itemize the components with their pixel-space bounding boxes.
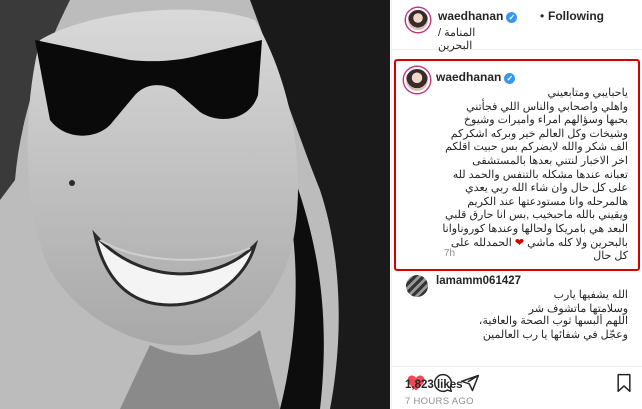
post-caption: waedhanan ✓ ياحبايبي ومتابعيني واهلي واصح… xyxy=(394,59,640,271)
post-header: waedhanan ✓ • Following المنامة /البحرين xyxy=(392,0,642,52)
verified-badge-icon: ✓ xyxy=(506,12,518,23)
photo-illustration xyxy=(0,0,390,409)
author-username-label[interactable]: waedhanan xyxy=(438,9,503,23)
post-sidebar: waedhanan ✓ • Following المنامة /البحرين … xyxy=(391,0,642,409)
caption-text: ياحبايبي ومتابعيني واهلي واصحابي والناس … xyxy=(406,87,628,264)
comment-text-2: اللهم ألبسها ثوب الصحة والعافية، وعجّل ف… xyxy=(478,315,628,341)
bookmark-icon[interactable] xyxy=(614,373,634,393)
verified-badge-icon: ✓ xyxy=(504,73,516,84)
post-location[interactable]: المنامة /البحرين xyxy=(438,26,498,52)
post-time-display[interactable]: 7 HOURS AGO xyxy=(405,396,474,407)
caption-timestamp[interactable]: 7h xyxy=(444,248,455,259)
commenter-avatar[interactable] xyxy=(406,275,428,297)
author-avatar[interactable] xyxy=(406,8,430,32)
caption-text-main: ياحبايبي ومتابعيني واهلي واصحابي والناس … xyxy=(442,87,628,249)
separator-dot: • xyxy=(540,9,545,23)
following-button[interactable]: Following xyxy=(548,9,604,23)
red-heart-emoji: ❤ xyxy=(514,236,525,249)
like-count-display[interactable]: 1,823 likes xyxy=(405,379,463,391)
author-username[interactable]: waedhanan ✓ xyxy=(438,9,518,23)
comment-username[interactable]: lamamm061427 xyxy=(436,275,521,287)
caption-author-username[interactable]: waedhanan ✓ xyxy=(436,70,516,84)
post-photo[interactable] xyxy=(0,0,390,409)
share-icon[interactable] xyxy=(460,373,480,393)
caption-author-username-label[interactable]: waedhanan xyxy=(436,70,501,84)
